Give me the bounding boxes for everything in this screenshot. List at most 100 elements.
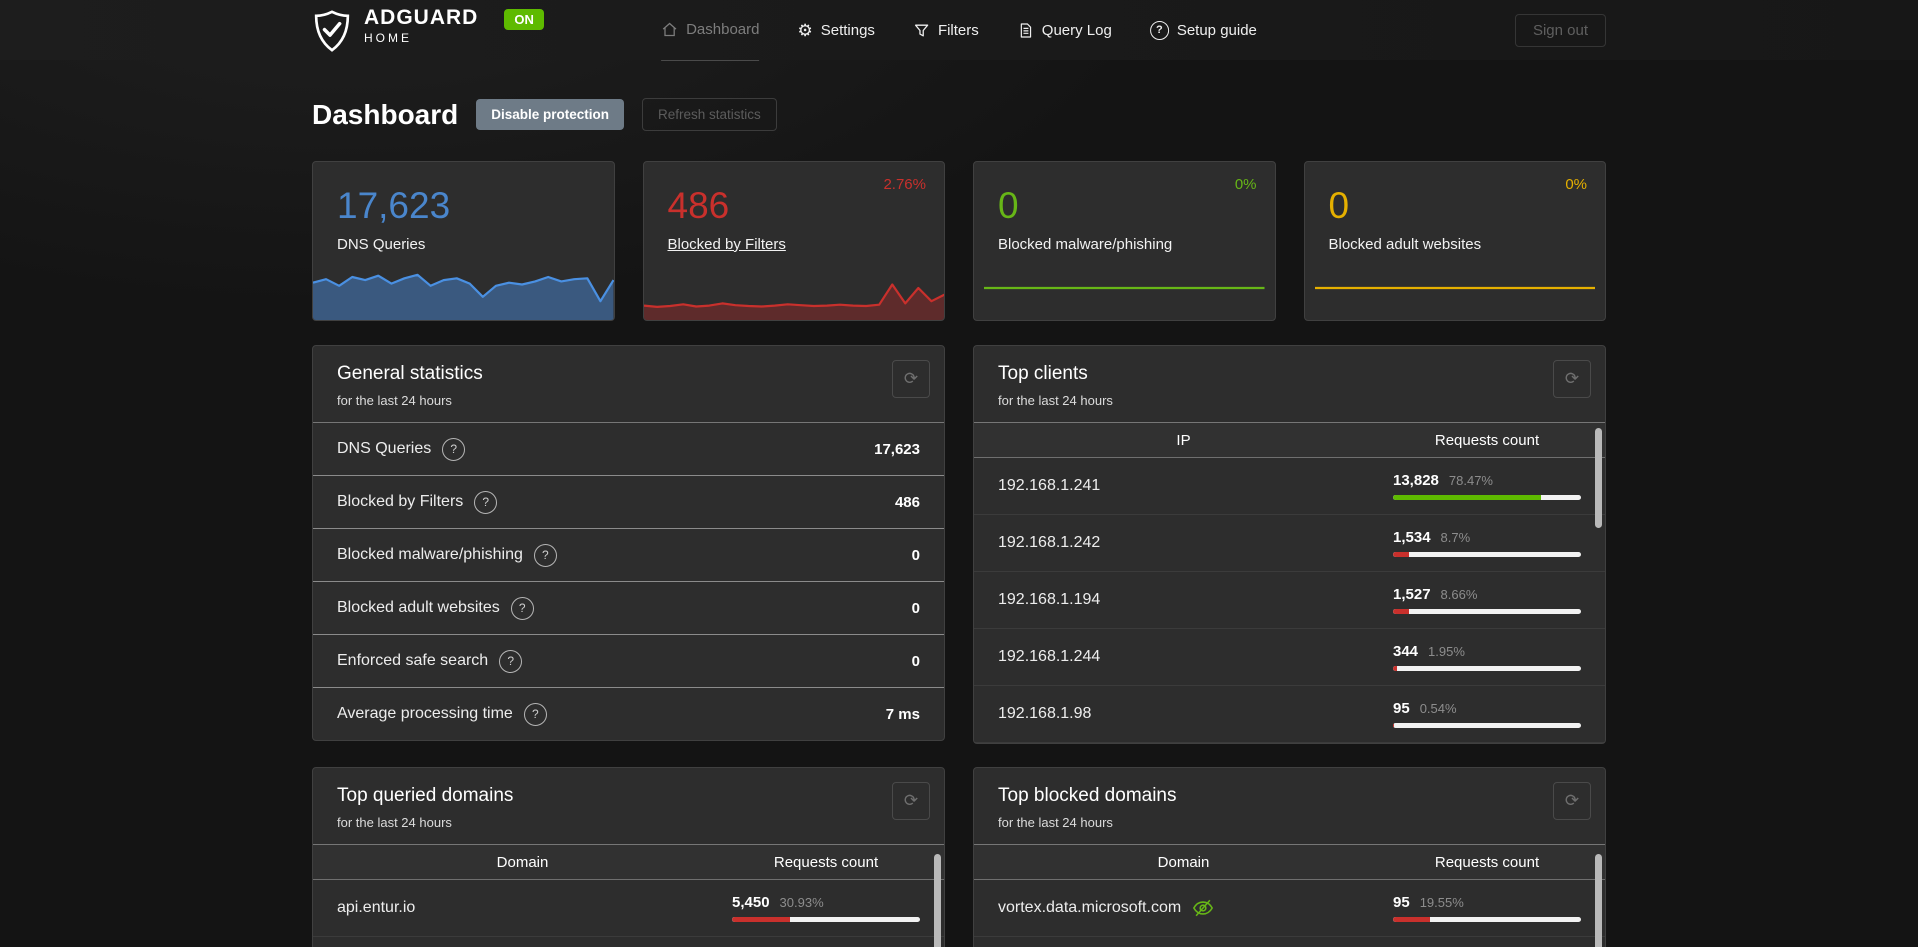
scrollbar[interactable] (934, 854, 941, 947)
help-icon[interactable] (474, 490, 498, 514)
client-ip: 192.168.1.194 (998, 591, 1101, 608)
requests-percent: 1.95% (1428, 644, 1465, 659)
home-icon (662, 22, 677, 37)
nav-item-filters[interactable]: Filters (913, 0, 979, 60)
stat-label: Blocked adult websites (337, 599, 500, 616)
dns-queries-value: 17,623 (337, 185, 451, 226)
panel-subtitle: for the last 24 hours (998, 393, 1113, 408)
table-header: IP Requests count (974, 423, 1605, 458)
blocked-filters-percent: 2.76% (883, 176, 926, 193)
requests-count: 1,534 (1393, 529, 1431, 546)
help-icon[interactable] (523, 702, 547, 726)
blocked-malware-label: Blocked malware/phishing (998, 235, 1173, 253)
refresh-statistics-button[interactable]: Refresh statistics (642, 98, 777, 131)
top-queried-domains-panel: Top queried domains for the last 24 hour… (312, 767, 945, 947)
help-icon[interactable] (510, 596, 534, 620)
table-row[interactable]: 192.168.1.244 344 1.95% (974, 629, 1605, 686)
stat-row: Blocked malware/phishing 0 (313, 529, 944, 582)
gear-icon: ⚙ (797, 20, 813, 40)
question-icon (1149, 20, 1169, 40)
top-nav: ADGUARD HOME ON Dashboard ⚙ Settings Fil… (0, 0, 1918, 61)
requests-percent: 0.54% (1419, 701, 1457, 716)
client-ip: 192.168.1.98 (998, 705, 1092, 722)
shield-check-icon (314, 10, 350, 52)
stat-row: DNS Queries 17,623 (313, 423, 944, 476)
progress-bar (1393, 666, 1581, 671)
table-row[interactable]: 192.168.1.194 1,527 8.66% (974, 572, 1605, 629)
help-icon[interactable] (533, 543, 557, 567)
scrollbar[interactable] (1595, 854, 1602, 947)
blocked-adult-label: Blocked adult websites (1328, 235, 1482, 253)
adguard-home-dashboard: ADGUARD HOME ON Dashboard ⚙ Settings Fil… (0, 0, 1918, 947)
eye-off-icon[interactable] (1192, 897, 1214, 919)
nav-item-query-log[interactable]: Query Log (1017, 0, 1112, 60)
stat-label: Blocked by Filters (337, 493, 464, 510)
column-ip: IP (1176, 431, 1191, 449)
stat-row: Blocked adult websites 0 (313, 582, 944, 635)
sign-out-button[interactable]: Sign out (1514, 13, 1606, 47)
table-row[interactable]: 192.168.1.98 95 0.54% (974, 686, 1605, 743)
refresh-icon[interactable] (1553, 360, 1591, 398)
progress-bar (1393, 609, 1581, 614)
adguard-logo[interactable]: ADGUARD HOME ON (312, 7, 544, 53)
refresh-icon[interactable] (892, 360, 930, 398)
nav-item-setup-guide[interactable]: Setup guide (1149, 0, 1257, 60)
progress-bar (1393, 723, 1581, 728)
nav-label: Dashboard (686, 21, 760, 38)
card-dns-queries: 17,623 DNS Queries (312, 161, 615, 321)
stat-label: Blocked malware/phishing (337, 546, 523, 563)
client-ip: 192.168.1.244 (998, 648, 1101, 665)
blocked-filters-link[interactable]: Blocked by Filters (668, 236, 786, 253)
table-row[interactable]: 192.168.1.241 13,828 78.47% (974, 458, 1605, 515)
client-ip: 192.168.1.241 (998, 477, 1101, 494)
requests-count: 344 (1393, 643, 1419, 660)
page-head: Dashboard Disable protection Refresh sta… (312, 98, 1606, 131)
requests-count: 95 (1393, 894, 1410, 911)
dns-queries-label: DNS Queries (337, 235, 426, 253)
requests-count: 5,450 (732, 894, 770, 911)
blocked-adult-sparkline (1314, 282, 1595, 298)
document-icon (1020, 22, 1031, 38)
scrollbar[interactable] (1595, 428, 1602, 528)
progress-bar (1393, 552, 1581, 557)
nav-label: Setup guide (1176, 21, 1257, 39)
card-blocked-filters: 486 Blocked by Filters 2.76% (642, 161, 945, 321)
help-icon[interactable] (442, 437, 466, 461)
card-blocked-malware: 0 Blocked malware/phishing 0% (973, 161, 1276, 321)
stat-value: 17,623 (874, 440, 920, 458)
nav-item-settings[interactable]: ⚙ Settings (797, 0, 874, 60)
help-icon[interactable] (499, 649, 523, 673)
table-row[interactable]: 192.168.1.242 1,534 8.7% (974, 515, 1605, 572)
nav-menu: Dashboard ⚙ Settings Filters Query Log ?… (661, 0, 1257, 61)
card-blocked-adult: 0 Blocked adult websites 0% (1303, 161, 1606, 321)
stat-row: Average processing time 7 ms (313, 688, 944, 740)
blocked-adult-percent: 0% (1565, 176, 1587, 193)
nav-label: Filters (937, 21, 979, 39)
nav-label: Settings (820, 21, 875, 39)
blocked-adult-value: 0 (1328, 185, 1350, 226)
column-requests-count: Requests count (773, 853, 879, 871)
top-blocked-domains-panel: Top blocked domains for the last 24 hour… (973, 767, 1606, 947)
stat-value: 0 (911, 599, 920, 617)
table-row-partial (313, 937, 944, 947)
requests-count: 13,828 (1393, 472, 1439, 489)
stat-label: DNS Queries (337, 440, 432, 457)
table-row[interactable]: vortex.data.microsoft.com 95 19.55% (974, 880, 1605, 937)
stat-label: Average processing time (337, 705, 513, 722)
progress-bar (1393, 495, 1581, 500)
nav-item-dashboard[interactable]: Dashboard (661, 0, 760, 61)
table-row-partial (974, 937, 1605, 947)
panel-subtitle: for the last 24 hours (337, 815, 452, 830)
blocked-malware-value: 0 (998, 185, 1019, 226)
refresh-icon[interactable] (892, 782, 930, 820)
table-row[interactable]: api.entur.io 5,450 30.93% (313, 880, 944, 937)
blocked-filters-sparkline (643, 262, 944, 320)
disable-protection-button[interactable]: Disable protection (476, 99, 625, 130)
column-requests-count: Requests count (1434, 431, 1540, 449)
domain-name: api.entur.io (337, 899, 416, 916)
requests-percent: 19.55% (1419, 895, 1464, 910)
page-title: Dashboard (312, 98, 459, 130)
top-clients-panel: Top clients for the last 24 hours IP Req… (973, 345, 1606, 744)
requests-percent: 8.66% (1440, 587, 1478, 602)
refresh-icon[interactable] (1553, 782, 1591, 820)
